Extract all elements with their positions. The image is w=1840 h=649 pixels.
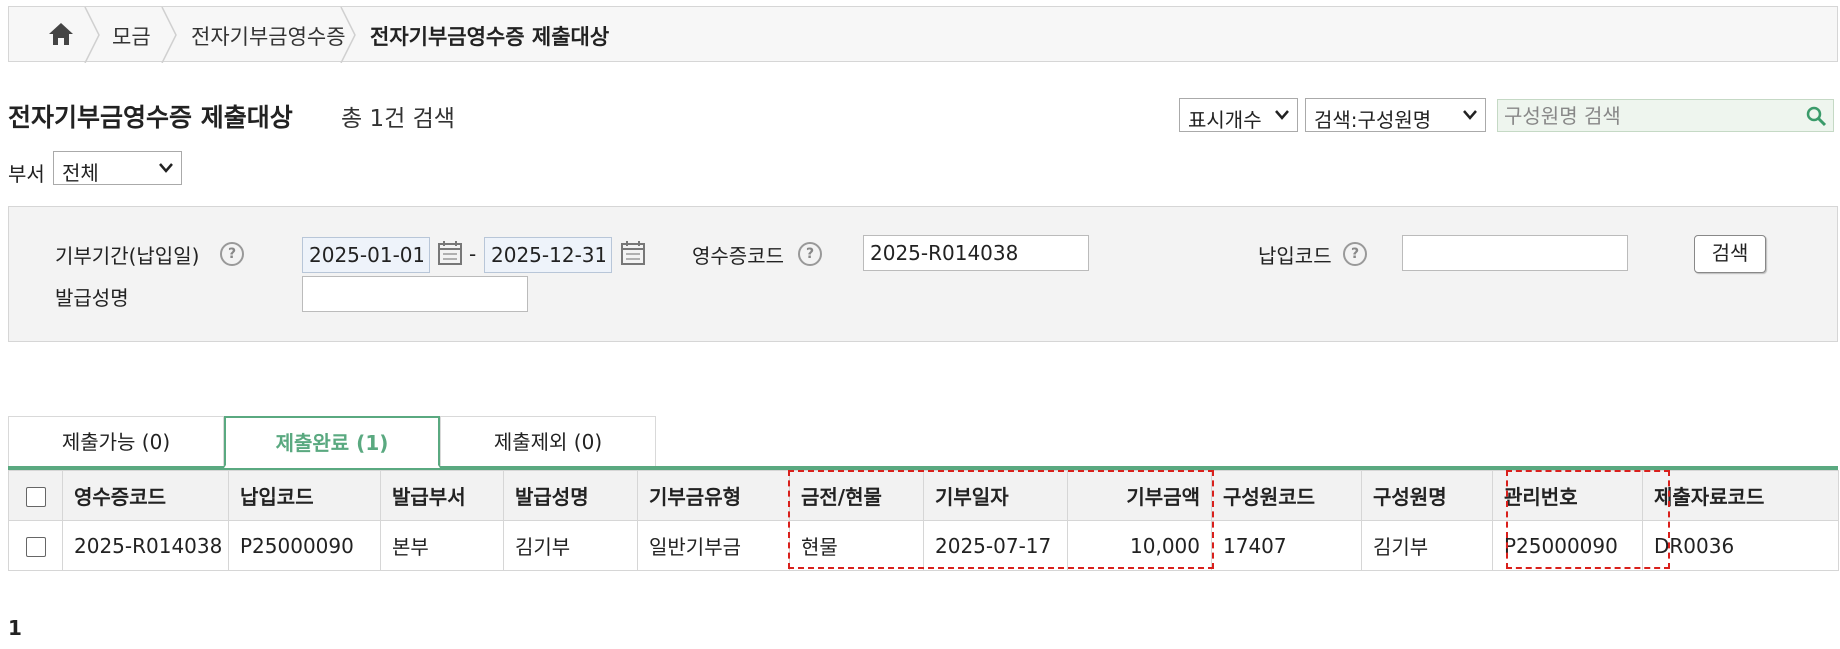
col-submission-code[interactable]: 제출자료코드 [1642, 470, 1839, 521]
col-donation-amount[interactable]: 기부금액 [1067, 470, 1212, 521]
col-member-name[interactable]: 구성원명 [1361, 470, 1493, 521]
row-checkbox[interactable] [25, 537, 46, 557]
cell-management-no: P25000090 [1492, 520, 1643, 571]
dept-select-value: 전체 [62, 161, 99, 185]
page-title: 전자기부금영수증 제출대상 [8, 103, 293, 132]
col-management-no[interactable]: 관리번호 [1492, 470, 1643, 521]
cell-cash-or-kind: 현물 [789, 520, 924, 571]
cell-issuer-name: 김기부 [503, 520, 638, 571]
help-icon[interactable]: ? [798, 242, 822, 266]
filter-panel [8, 206, 1838, 342]
cell-issuing-dept: 본부 [380, 520, 504, 571]
payment-code-input[interactable] [1402, 235, 1628, 271]
cell-donation-amount: 10,000 [1067, 520, 1212, 571]
col-issuer-name[interactable]: 발급성명 [503, 470, 638, 521]
breadcrumb-item-receipts[interactable]: 전자기부금영수증 [191, 21, 346, 51]
receipt-table: 영수증코드 납입코드 발급부서 발급성명 기부금유형 금전/현물 기부일자 기부… [8, 470, 1839, 571]
col-donation-type[interactable]: 기부금유형 [637, 470, 790, 521]
col-member-code[interactable]: 구성원코드 [1211, 470, 1362, 521]
dept-label: 부서 [8, 162, 45, 186]
search-input[interactable] [1504, 102, 1794, 129]
issuer-name-input[interactable] [302, 276, 528, 312]
help-icon[interactable]: ? [220, 242, 244, 266]
display-count-label: 표시개수 [1188, 108, 1262, 132]
calendar-icon[interactable] [620, 240, 646, 266]
date-from-input[interactable] [302, 237, 430, 273]
select-all-cell [8, 470, 63, 521]
breadcrumb: 모금 전자기부금영수증 전자기부금영수증 제출대상 [8, 6, 1838, 63]
cell-submission-code: DR0036 [1642, 520, 1839, 571]
select-all-checkbox[interactable] [25, 487, 46, 507]
col-issuing-dept[interactable]: 발급부서 [380, 470, 504, 521]
tab-submitted[interactable]: 제출완료 (1) [224, 416, 440, 468]
result-count: 총 1건 검색 [341, 106, 455, 132]
receipt-code-label: 영수증코드 [692, 244, 784, 268]
search-type-label: 검색:구성원명 [1314, 108, 1432, 132]
table-row[interactable]: 2025-R014038 P25000090 본부 김기부 일반기부금 현물 2… [8, 520, 1839, 571]
breadcrumb-separator-icon [340, 7, 356, 63]
cell-member-name: 김기부 [1361, 520, 1493, 571]
chevron-down-icon [1463, 110, 1477, 120]
dept-select[interactable]: 전체 [53, 151, 182, 185]
search-icon[interactable] [1805, 105, 1827, 127]
search-button[interactable]: 검색 [1694, 235, 1766, 273]
pagination-current-page[interactable]: 1 [8, 616, 22, 640]
member-search-box [1497, 99, 1834, 132]
col-cash-or-kind[interactable]: 금전/현물 [789, 470, 924, 521]
period-label: 기부기간(납입일) [55, 244, 200, 268]
cell-donation-date: 2025-07-17 [923, 520, 1068, 571]
issuer-name-label: 발급성명 [55, 286, 129, 310]
col-donation-date[interactable]: 기부일자 [923, 470, 1068, 521]
calendar-icon[interactable] [437, 240, 463, 266]
tab-excluded[interactable]: 제출제외 (0) [440, 416, 656, 468]
col-receipt-code[interactable]: 영수증코드 [62, 470, 229, 521]
chevron-down-icon [159, 163, 173, 173]
cell-donation-type: 일반기부금 [637, 520, 790, 571]
payment-code-label: 납입코드 [1258, 244, 1332, 268]
home-icon[interactable] [47, 21, 75, 47]
search-type-select[interactable]: 검색:구성원명 [1305, 98, 1486, 132]
table-header-row: 영수증코드 납입코드 발급부서 발급성명 기부금유형 금전/현물 기부일자 기부… [8, 470, 1839, 521]
col-payment-code[interactable]: 납입코드 [228, 470, 381, 521]
display-count-select[interactable]: 표시개수 [1179, 98, 1298, 132]
breadcrumb-separator-icon [161, 7, 177, 63]
breadcrumb-item-fundraising[interactable]: 모금 [112, 21, 151, 51]
breadcrumb-item-current: 전자기부금영수증 제출대상 [370, 25, 610, 49]
date-to-input[interactable] [484, 237, 612, 273]
row-select-cell [8, 520, 63, 571]
cell-payment-code: P25000090 [228, 520, 381, 571]
help-icon[interactable]: ? [1343, 242, 1367, 266]
chevron-down-icon [1275, 110, 1289, 120]
cell-receipt-code: 2025-R014038 [62, 520, 229, 571]
tab-submittable[interactable]: 제출가능 (0) [8, 416, 224, 468]
receipt-code-input[interactable] [863, 235, 1089, 271]
cell-member-code: 17407 [1211, 520, 1362, 571]
date-range-separator: - [469, 242, 477, 266]
breadcrumb-separator-icon [84, 7, 100, 63]
